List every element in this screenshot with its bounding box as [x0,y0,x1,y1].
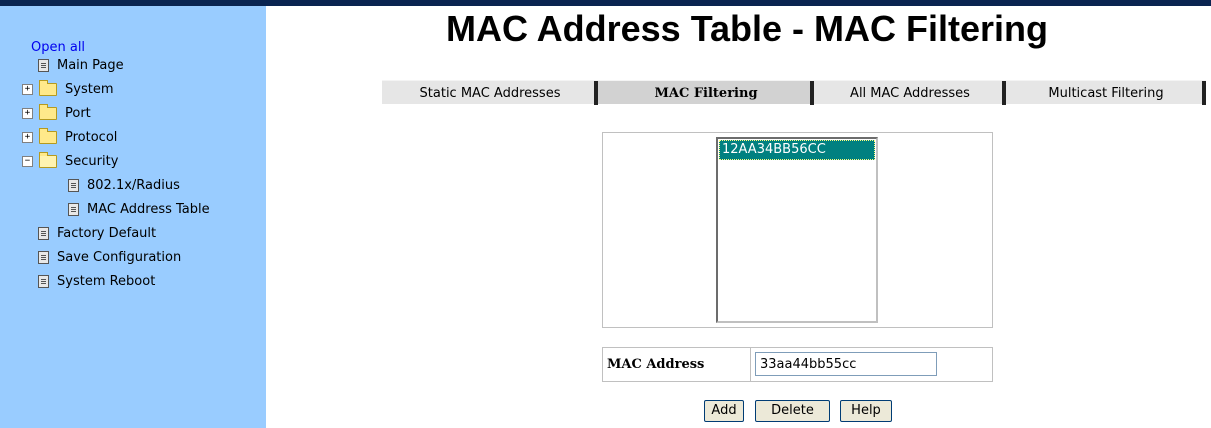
page-icon [68,178,79,192]
page-icon [38,226,49,240]
tree-item-label: Security [65,153,119,169]
tree-item-security[interactable]: − Security [22,151,119,170]
mac-address-row: MAC Address [602,347,993,382]
tree-item-main-page[interactable]: Main Page [38,56,124,74]
folder-icon [39,127,57,144]
tree-item-label: Port [65,105,91,121]
page-title: MAC Address Table - MAC Filtering [446,8,1049,49]
page-icon [38,274,49,288]
tab-label: MAC Filtering [654,86,758,101]
tree-item-label: Factory Default [57,225,157,241]
tree-item-factory-default[interactable]: Factory Default [38,224,156,242]
page-icon [38,250,49,264]
tree-item-label: MAC Address Table [87,201,210,217]
page-icon [68,202,79,216]
page-icon [38,58,49,72]
tree-item-label: Save Configuration [57,249,182,265]
tree-item-port[interactable]: + Port [22,103,91,122]
tab-label: Multicast Filtering [1048,86,1164,101]
mac-address-label-text: MAC Address [607,357,705,372]
tree-item-save-configuration[interactable]: Save Configuration [38,248,181,266]
tree-item-system-reboot[interactable]: System Reboot [38,272,155,290]
list-item[interactable]: 12AA34BB56CC [719,140,875,160]
expand-icon[interactable]: + [22,131,33,143]
tree-item-label: 802.1x/Radius [87,177,180,193]
tab-label: Static MAC Addresses [419,86,561,101]
folder-open-icon [39,151,57,168]
tree-item-protocol[interactable]: + Protocol [22,127,118,146]
delete-button[interactable]: Delete [755,400,830,422]
tab-divider [1202,81,1206,105]
sidebar-tree: Open all Main Page + System + Port + Pro… [0,6,266,428]
mac-filter-listbox[interactable]: 12AA34BB56CC [716,137,878,323]
tab-mac-filtering[interactable]: MAC Filtering [598,80,814,105]
tab-label: All MAC Addresses [850,86,970,101]
tree-item-label: System Reboot [57,273,156,289]
tree-item-label: Protocol [65,129,118,145]
collapse-icon[interactable]: − [22,155,33,167]
folder-icon [39,103,57,120]
expand-icon[interactable]: + [22,83,33,95]
tab-all-mac-addresses[interactable]: All MAC Addresses [814,80,1006,105]
tree-item-system[interactable]: + System [22,79,114,98]
tree-item-8021x-radius[interactable]: 802.1x/Radius [68,176,180,194]
tab-static-mac-addresses[interactable]: Static MAC Addresses [382,80,598,105]
add-button[interactable]: Add [704,400,744,422]
expand-icon[interactable]: + [22,107,33,119]
tree-item-mac-address-table[interactable]: MAC Address Table [68,200,210,218]
help-button[interactable]: Help [840,400,892,422]
mac-address-label: MAC Address [603,348,751,381]
folder-icon [39,79,57,96]
mac-address-input[interactable] [755,352,937,376]
open-all-link[interactable]: Open all [31,40,85,55]
tab-multicast-filtering[interactable]: Multicast Filtering [1006,80,1206,105]
tree-item-label: System [65,81,114,97]
tree-item-label: Main Page [57,57,124,73]
